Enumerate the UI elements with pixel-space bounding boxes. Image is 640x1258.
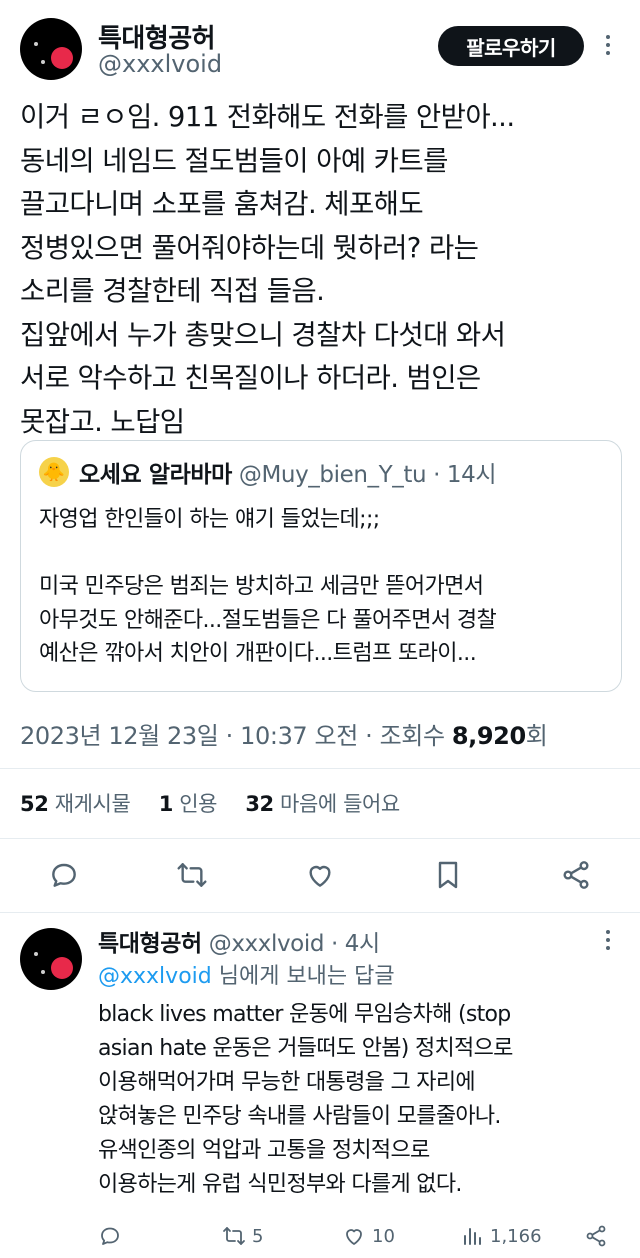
avatar-nose [51,47,73,69]
reply-reply-button[interactable] [98,1224,122,1248]
reply-time: · 4시 [330,931,380,957]
quoted-author-name[interactable]: 오세요 알라바마 [79,462,232,488]
tweet-text-line: 끌고다니며 소포를 훔쳐감. 체포해도 [20,188,424,220]
tweet-text: 이거 ㄹㅇ임. 911 전화해도 전화를 안받아... 동네의 네임드 절도범들… [20,96,630,444]
quote-count[interactable]: 1 [159,792,174,816]
reply-text-line: 앉혀놓은 민주당 속내를 사람들이 모를줄아나. [98,1104,501,1129]
like-label[interactable]: 마음에 들어요 [280,792,400,816]
tweet-meta: 2023년 12월 23일 · 10:37 오전 · 조회수 8,920회 [20,716,548,751]
reply-text-line: 유색인종의 억압과 고통을 정치적으로 [98,1138,430,1163]
share-icon[interactable] [560,859,592,891]
reply-to-suffix: 님에게 보내는 답글 [211,964,395,989]
divider [0,838,640,839]
more-options-icon[interactable] [604,35,612,55]
reply-text-line: black lives matter 운동에 무임승차해 (stop [98,1002,511,1027]
avatar-eye [34,952,38,956]
reply-author-avatar[interactable] [20,928,82,990]
quoted-text-line [39,537,619,571]
reply-author-handle[interactable]: @xxxlvoid [209,931,325,957]
author-handle[interactable]: @xxxlvoid [98,50,222,78]
retweet-icon[interactable] [176,859,208,891]
tweet-actions [0,845,640,905]
divider [0,768,640,769]
retweet-icon [223,1227,245,1245]
quoted-tweet-text: 자영업 한인들이 하는 얘기 들었는데;;; 미국 민주당은 범죄는 방치하고 … [39,503,619,671]
reply-to-line: @xxxlvoid 님에게 보내는 답글 [98,958,395,990]
reply-icon [101,1227,119,1245]
tweet-text-line: 동네의 네임드 절도범들이 아예 카트를 [20,144,448,177]
views-icon [464,1228,481,1245]
reply-actions: 5 10 1,166 [98,1224,628,1254]
reply-header: 특대형공허 @xxxlvoid · 4시 [98,924,380,958]
engagement-stats: 52 재게시물 1 인용 32 마음에 들어요 [20,788,422,818]
quote-label[interactable]: 인용 [179,792,217,816]
tweet-text-line: 정병있으면 풀어줘야하는데 뭣하러? 라는 [20,231,479,264]
share-icon [586,1225,606,1247]
quoted-text-line: 아무것도 안해준다...절도범들은 다 풀어주면서 경찰 [39,607,497,633]
reply-view-count: 1,166 [490,1225,542,1247]
reply-text-line: 이용하는게 유럽 식민정부와 다를게 없다. [98,1172,462,1197]
retweet-label[interactable]: 재게시물 [55,792,131,816]
tweet-text-line: 집앞에서 누가 총맞으니 경찰차 다섯대 와서 [20,318,506,351]
tweet-text-line: 서로 악수하고 친목질이나 하더라. 범인은 [20,362,481,394]
reply-views-button[interactable]: 1,166 [460,1224,542,1248]
reply-author-name[interactable]: 특대형공허 [98,931,202,957]
avatar-eye [41,60,45,64]
quoted-text-line: 미국 민주당은 범죄는 방치하고 세금만 뜯어가면서 [39,574,484,599]
quoted-tweet-card[interactable]: 🐥 오세요 알라바마 @Muy_bien_Y_tu · 14시 자영업 한인들이… [20,440,622,692]
reply-retweet-button[interactable]: 5 [222,1224,263,1248]
avatar-eye [41,970,45,974]
quoted-tweet-header: 오세요 알라바마 @Muy_bien_Y_tu · 14시 [79,455,497,489]
reply-like-count: 10 [372,1225,395,1247]
tweet-text-line: 이거 ㄹㅇ임. 911 전화해도 전화를 안받아... [20,101,515,133]
follow-button[interactable]: 팔로우하기 [438,26,584,66]
cartoon-avatar-icon[interactable]: 🐥 [39,457,69,487]
quoted-author-handle[interactable]: @Muy_bien_Y_tu [239,462,427,488]
reply-to-mention[interactable]: @xxxlvoid [98,964,212,989]
reply-more-options-icon[interactable] [604,930,612,950]
tweet-text-line: 못잡고. 노답임 [20,405,185,438]
tweet-timestamp[interactable]: 2023년 12월 23일 · 10:37 오전 · 조회수 [20,722,445,750]
reply-retweet-count: 5 [252,1225,264,1247]
quoted-text-line: 예산은 깎아서 치안이 개판이다...트럼프 또라이... [39,641,477,666]
avatar-eye [34,42,38,46]
like-icon [346,1229,362,1245]
reply-text-line: 이용해먹어가며 무능한 대통령을 그 자리에 [98,1070,476,1095]
divider [0,912,640,913]
reply-like-button[interactable]: 10 [342,1224,395,1248]
reply-icon[interactable] [48,859,80,891]
quoted-time: · 14시 [433,462,497,488]
reply-text-line: asian hate 운동은 거들떠도 안봄) 정치적으로 [98,1036,513,1061]
view-suffix: 회 [525,722,548,750]
author-avatar[interactable] [20,18,82,80]
reply-text: black lives matter 운동에 무임승차해 (stop asian… [98,998,628,1202]
retweet-count[interactable]: 52 [20,792,49,816]
avatar-nose [51,957,73,979]
reply-share-button[interactable] [584,1224,608,1248]
view-count: 8,920 [451,722,526,750]
tweet-text-line: 소리를 경찰한테 직접 들음. [20,275,325,307]
like-icon[interactable] [304,859,336,891]
quoted-text-line: 자영업 한인들이 하는 얘기 들었는데;;; [39,507,380,532]
bookmark-icon[interactable] [432,859,464,891]
like-count[interactable]: 32 [245,792,274,816]
